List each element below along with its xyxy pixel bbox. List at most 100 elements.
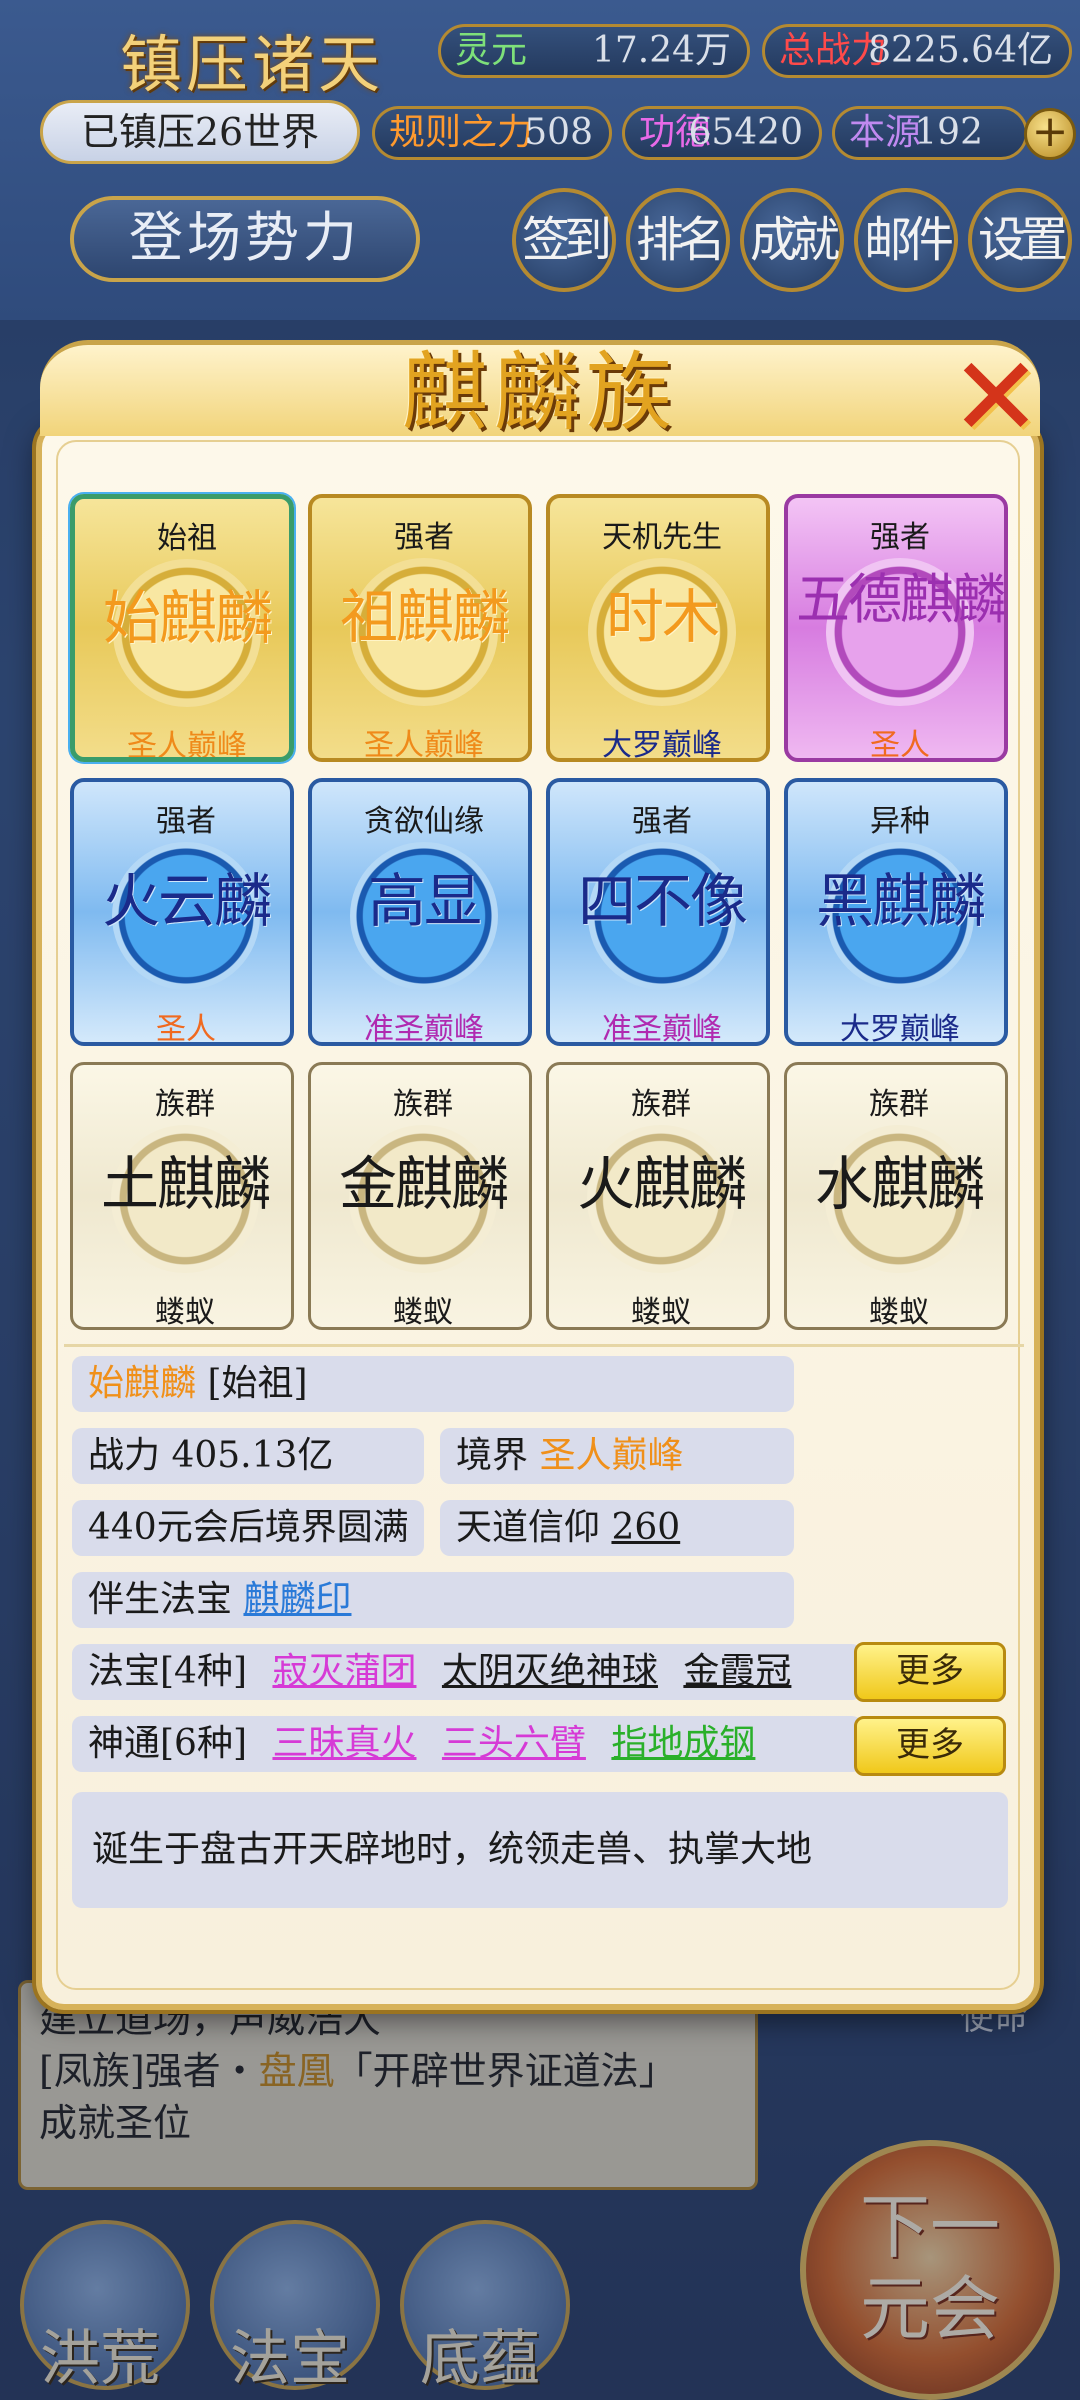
- member-card[interactable]: 强者 祖麒麟 圣人巅峰: [308, 494, 532, 762]
- companion-link[interactable]: 麒麟印: [243, 1579, 351, 1620]
- popup-title: 麒麟族: [402, 343, 678, 443]
- treasure-link[interactable]: 金霞冠: [683, 1651, 791, 1692]
- companion-row: 伴生法宝 麒麟印: [72, 1572, 794, 1628]
- completion-text: 440元会后境界圆满: [88, 1507, 409, 1548]
- origin-label: 本源: [849, 112, 922, 153]
- member-card[interactable]: 强者 五德麒麟 圣人: [784, 494, 1008, 762]
- member-description: 诞生于盘古开天辟地时，统领走兽、执掌大地: [72, 1792, 1008, 1908]
- treasure-row: 法宝[4种] 寂灭蒲团 太阴灭绝神球 金霞冠: [72, 1644, 862, 1700]
- member-role: 族群: [393, 1087, 453, 1122]
- divider: [64, 1344, 1024, 1347]
- member-name: 火云麟: [101, 867, 272, 935]
- member-rank: 圣人: [870, 728, 930, 762]
- rule-power-stat: 规则之力 508: [372, 106, 612, 160]
- selected-member-name: 始麒麟: [88, 1363, 197, 1404]
- skill-link[interactable]: 指地成钢: [611, 1723, 755, 1764]
- top-hud: 镇压诸天 已镇压26世界 灵元 17.24万 总战力 8225.64亿 规则之力…: [0, 0, 1080, 320]
- total-power-stat: 总战力 8225.64亿: [762, 24, 1072, 78]
- merit-value: 65420: [688, 112, 803, 153]
- member-rank: 圣人: [156, 1012, 216, 1046]
- faith-row: 天道信仰 260: [440, 1500, 794, 1556]
- member-name: 高显: [367, 867, 482, 935]
- selected-member-row: 始麒麟 [始祖]: [72, 1356, 794, 1412]
- member-card[interactable]: 贪欲仙缘 高显 准圣巅峰: [308, 778, 532, 1046]
- member-role: 强者: [870, 520, 930, 555]
- realm-row: 境界 圣人巅峰: [440, 1428, 794, 1484]
- member-card[interactable]: 强者 火云麟 圣人: [70, 778, 294, 1046]
- member-role: 族群: [631, 1087, 691, 1122]
- member-card[interactable]: 族群 火麒麟 蝼蚁: [546, 1062, 770, 1330]
- member-card[interactable]: 始祖 始麒麟 圣人巅峰: [70, 494, 294, 762]
- signin-button[interactable]: 签到: [512, 188, 616, 292]
- origin-value: 192: [914, 112, 983, 153]
- suppressed-worlds-label: 已镇压26世界: [40, 100, 360, 164]
- member-rank: 圣人巅峰: [127, 729, 247, 762]
- treasure-more-button[interactable]: 更多: [854, 1642, 1006, 1702]
- treasure-link[interactable]: 太阴灭绝神球: [442, 1651, 658, 1692]
- completion-row: 440元会后境界圆满: [72, 1500, 424, 1556]
- selected-member-tag: [始祖]: [207, 1363, 308, 1404]
- member-name: 土麒麟: [100, 1150, 271, 1218]
- realm-value: 圣人巅峰: [539, 1435, 684, 1476]
- skill-label: 神通[6种]: [88, 1723, 247, 1764]
- member-name: 祖麒麟: [339, 583, 510, 651]
- member-card[interactable]: 族群 金麒麟 蝼蚁: [308, 1062, 532, 1330]
- skill-row: 神通[6种] 三昧真火 三头六臂 指地成钢: [72, 1716, 862, 1772]
- member-role: 族群: [869, 1087, 929, 1122]
- merit-stat: 功德 65420: [622, 106, 822, 160]
- member-rank: 大罗巅峰: [602, 728, 722, 762]
- member-card[interactable]: 族群 水麒麟 蝼蚁: [784, 1062, 1008, 1330]
- member-name: 时木: [605, 583, 720, 651]
- member-role: 族群: [155, 1087, 215, 1122]
- ranking-button[interactable]: 排名: [626, 188, 730, 292]
- power-value: 405.13亿: [171, 1435, 334, 1476]
- member-name: 黑麒麟: [815, 867, 986, 935]
- member-card[interactable]: 强者 四不像 准圣巅峰: [546, 778, 770, 1046]
- mail-button[interactable]: 邮件: [854, 188, 958, 292]
- power-row: 战力 405.13亿: [72, 1428, 424, 1484]
- faith-label: 天道信仰: [456, 1507, 601, 1548]
- realm-title: 镇压诸天: [120, 28, 385, 101]
- member-role: 强者: [156, 804, 216, 839]
- member-rank: 蝼蚁: [631, 1295, 691, 1330]
- treasure-label: 法宝[4种]: [88, 1651, 247, 1692]
- member-card[interactable]: 族群 土麒麟 蝼蚁: [70, 1062, 294, 1330]
- total-power-value: 8225.64亿: [868, 30, 1053, 71]
- realm-label: 境界: [456, 1435, 529, 1476]
- scene-forces-button[interactable]: 登场势力: [70, 196, 420, 282]
- skill-link[interactable]: 三昧真火: [272, 1723, 416, 1764]
- member-card[interactable]: 天机先生 时木 大罗巅峰: [546, 494, 770, 762]
- member-rank: 蝼蚁: [393, 1295, 453, 1330]
- member-rank: 蝼蚁: [155, 1295, 215, 1330]
- member-role: 强者: [394, 520, 454, 555]
- lingyuan-stat: 灵元 17.24万: [438, 24, 750, 78]
- settings-button[interactable]: 设置: [968, 188, 1072, 292]
- rule-power-value: 508: [524, 112, 593, 153]
- member-rank: 大罗巅峰: [840, 1012, 960, 1046]
- member-role: 贪欲仙缘: [364, 804, 484, 839]
- member-card[interactable]: 异种 黑麒麟 大罗巅峰: [784, 778, 1008, 1046]
- lingyuan-label: 灵元: [455, 30, 528, 71]
- member-role: 异种: [870, 804, 930, 839]
- achievement-button[interactable]: 成就: [740, 188, 844, 292]
- member-rank: 圣人巅峰: [364, 728, 484, 762]
- companion-label: 伴生法宝: [88, 1579, 233, 1620]
- lingyuan-value: 17.24万: [591, 30, 731, 71]
- skill-link[interactable]: 三头六臂: [442, 1723, 586, 1764]
- member-rank: 准圣巅峰: [602, 1012, 722, 1046]
- member-name: 五德麒麟: [796, 568, 1004, 631]
- member-name: 水麒麟: [814, 1150, 985, 1218]
- member-role: 始祖: [157, 521, 217, 556]
- add-origin-button[interactable]: +: [1024, 108, 1076, 160]
- member-name: 金麒麟: [338, 1150, 509, 1218]
- member-name: 始麒麟: [102, 584, 273, 652]
- member-rank: 准圣巅峰: [364, 1012, 484, 1046]
- treasure-link[interactable]: 寂灭蒲团: [272, 1651, 416, 1692]
- skill-more-button[interactable]: 更多: [854, 1716, 1006, 1776]
- member-role: 天机先生: [602, 520, 722, 555]
- faith-value: 260: [611, 1507, 681, 1548]
- close-icon[interactable]: ✕: [948, 342, 1044, 452]
- member-card-grid: 始祖 始麒麟 圣人巅峰 强者 祖麒麟 圣人巅峰 天机先生 时木 大罗巅峰 强者 …: [70, 494, 1010, 1334]
- origin-stat: 本源 192: [832, 106, 1028, 160]
- member-rank: 蝼蚁: [869, 1295, 929, 1330]
